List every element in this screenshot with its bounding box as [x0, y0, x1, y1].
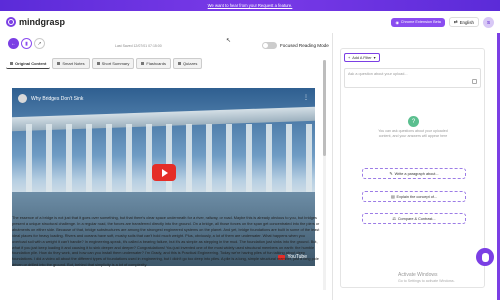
tab-label: Short Summary — [101, 61, 130, 66]
summary-icon — [96, 62, 100, 65]
book-icon: ▤ — [390, 195, 395, 199]
question-input[interactable]: Ask a question about your upload... — [344, 68, 481, 88]
document-controls: ← ▮ ↗ — [8, 38, 45, 49]
language-icon: ⇄ — [453, 19, 458, 24]
last-saved-label: Last Saved 12/07/01 07:15:00 — [115, 44, 162, 48]
language-selector[interactable]: ⇄ English — [448, 17, 479, 27]
back-arrow-icon: ← — [11, 40, 16, 47]
video-title-bar[interactable]: Why Bridges Don't Sink — [18, 94, 83, 103]
tab-label: Flashcards — [146, 61, 166, 66]
suggestion-explain-concept[interactable]: ▤ Explain the concept of... — [362, 191, 466, 202]
video-thumbnail-bridge-piers — [12, 124, 315, 192]
tab-quizzes[interactable]: Quizzes — [172, 58, 203, 69]
tab-label: Smart Notes — [62, 61, 85, 66]
activate-windows-subtitle: Go to Settings to activate Windows. — [398, 279, 455, 283]
bookmark-icon: ▮ — [25, 40, 28, 47]
pencil-icon: ✎ — [389, 172, 393, 176]
app-header: mindgrasp ◉ Chrome Extension Beta ⇄ Engl… — [0, 11, 500, 33]
add-filter-label: Add A Filter — [352, 55, 372, 60]
feature-request-banner[interactable]: We want to hear from you! Request a feat… — [0, 0, 500, 11]
tab-label: Original Content — [15, 60, 47, 66]
feature-request-link[interactable]: We want to hear from you! Request a feat… — [208, 3, 293, 8]
transcript-text: The essence of a bridge is not just that… — [12, 216, 320, 268]
suggestion-compare-contrast[interactable]: ⚖ Compare & Contrast... — [362, 213, 466, 224]
quiz-icon — [177, 62, 181, 65]
compare-icon: ⚖ — [392, 217, 396, 221]
chevron-down-icon: ▾ — [373, 56, 376, 60]
tab-smart-notes[interactable]: Smart Notes — [52, 58, 90, 69]
back-button[interactable]: ← — [8, 38, 19, 49]
channel-avatar-icon — [18, 94, 27, 103]
user-avatar[interactable]: S — [483, 16, 494, 28]
tab-flashcards[interactable]: Flashcards — [136, 58, 171, 69]
pane-divider[interactable] — [332, 33, 333, 300]
language-label: English — [459, 19, 474, 25]
focused-reading-toggle[interactable] — [262, 42, 277, 49]
question-placeholder: Ask a question about your upload... — [348, 72, 408, 76]
flashcards-icon — [141, 62, 145, 65]
share-icon: ↗ — [37, 40, 42, 47]
focused-reading-toggle-group: Focused Reading Mode — [262, 42, 329, 49]
document-icon — [10, 61, 13, 65]
chrome-extension-label: Chrome Extension Beta — [400, 20, 441, 24]
focused-reading-label: Focused Reading Mode — [280, 43, 329, 48]
mouse-cursor-icon: ↖ — [226, 38, 232, 44]
suggestion-label: Write a paragraph about... — [394, 171, 439, 176]
chrome-extension-button[interactable]: ◉ Chrome Extension Beta — [391, 17, 445, 27]
suggestion-label: Explain the concept of... — [396, 194, 438, 199]
scrollbar-thumb[interactable] — [323, 60, 326, 156]
add-filter-button[interactable]: + Add A Filter ▾ — [344, 53, 380, 62]
notes-icon — [57, 62, 61, 65]
tab-original-content[interactable]: Original Content — [6, 58, 51, 69]
add-filter-icon: + — [348, 55, 351, 60]
logo-text[interactable]: mindgrasp — [19, 17, 65, 27]
tab-label: Quizzes — [182, 61, 198, 66]
share-button[interactable]: ↗ — [34, 38, 45, 49]
activate-windows-title: Activate Windows — [398, 272, 438, 278]
answer-icon: ? — [408, 116, 419, 127]
mindgrasp-logo-icon[interactable] — [6, 17, 16, 27]
content-scrollbar[interactable] — [323, 60, 326, 290]
content-tabs: Original Content Smart Notes Short Summa… — [6, 58, 203, 69]
tab-short-summary[interactable]: Short Summary — [91, 58, 135, 69]
suggestion-label: Compare & Contrast... — [397, 216, 436, 221]
bookmark-button[interactable]: ▮ — [21, 38, 32, 49]
video-title: Why Bridges Don't Sink — [31, 95, 84, 102]
chrome-icon: ◉ — [395, 20, 399, 25]
avatar-letter: S — [486, 19, 490, 25]
chat-pane: + Add A Filter ▾ Ask a question about yo… — [336, 34, 500, 300]
play-button[interactable] — [152, 164, 176, 181]
suggestion-write-paragraph[interactable]: ✎ Write a paragraph about... — [362, 168, 466, 179]
video-menu-icon[interactable]: ⋮ — [303, 94, 309, 101]
send-icon[interactable] — [472, 79, 477, 84]
empty-answers-text: You can ask questions about your uploade… — [378, 129, 448, 138]
chat-assistant-button[interactable] — [476, 248, 494, 266]
